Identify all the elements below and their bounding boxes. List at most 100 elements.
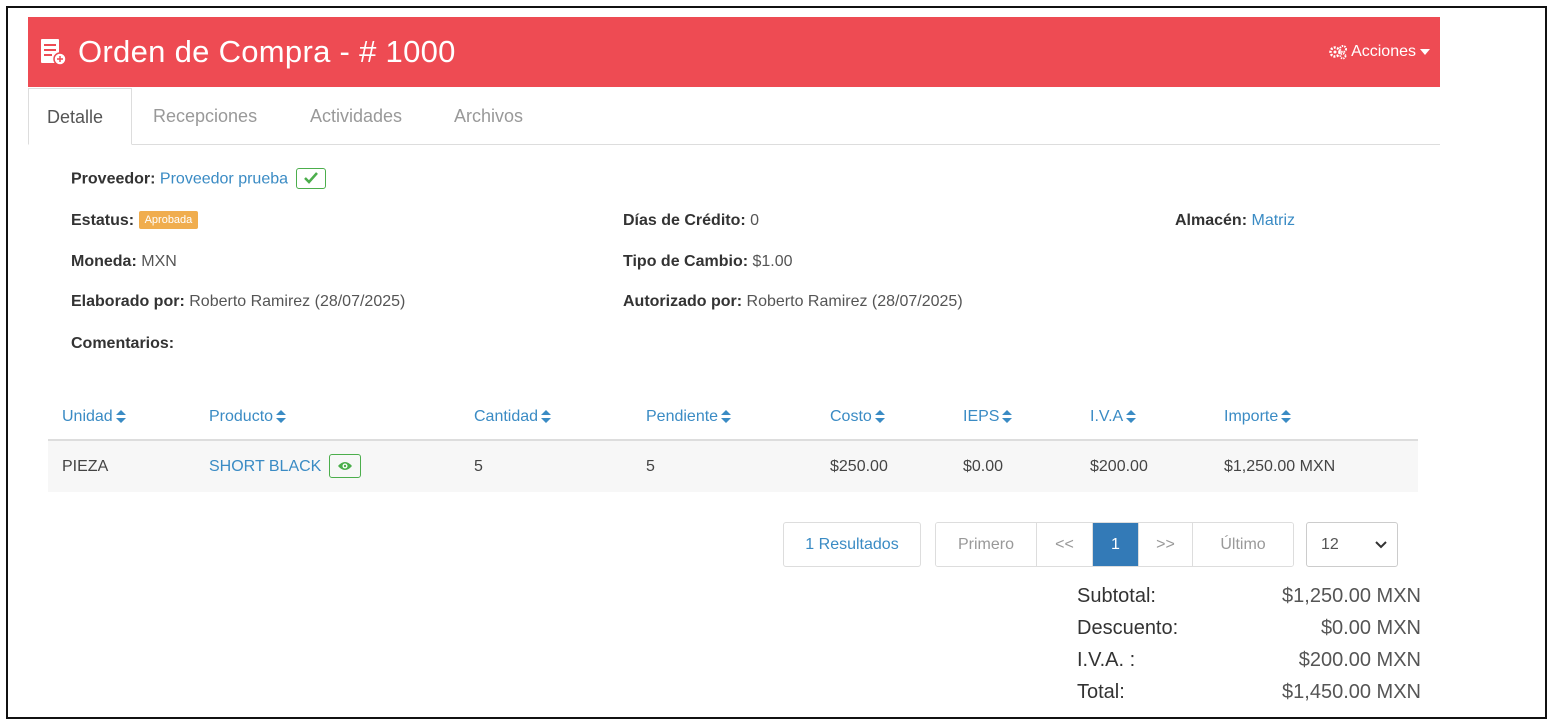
dias-credito-row: Días de Crédito: 0 [623,212,759,230]
pagination: Primero << 1 >> Último [935,522,1294,567]
descuento-label: Descuento: [1077,616,1179,639]
proveedor-link[interactable]: Proveedor prueba [160,171,288,188]
cell-ieps: $0.00 [949,440,1076,492]
column-label: Importe [1224,408,1279,425]
product-link[interactable]: SHORT BLACK [209,458,321,475]
cell-unidad: PIEZA [48,440,195,492]
tab-archivos[interactable]: Archivos [436,88,541,145]
column-label: Costo [830,408,872,425]
column-header-iva[interactable]: I.V.A [1076,395,1210,441]
eye-icon [337,461,352,470]
descuento-row: Descuento: $0.00 MXN [1077,612,1421,644]
sort-icon [1002,410,1013,424]
tipo-cambio-label: Tipo de Cambio: [623,253,749,270]
iva-value: $200.00 MXN [1298,648,1421,671]
column-label: Cantidad [474,408,539,425]
page-1-button[interactable]: 1 [1093,523,1139,566]
page-last-button[interactable]: Último [1193,523,1293,566]
caret-down-icon [1420,49,1430,55]
almacen-row: Almacén: Matriz [1175,212,1295,230]
tab-detalle[interactable]: Detalle [28,88,132,145]
estatus-label: Estatus: [71,212,135,230]
sort-icon [721,410,732,424]
column-label: Pendiente [646,408,719,425]
actions-dropdown[interactable]: Acciones [1328,17,1430,87]
subtotal-row: Subtotal: $1,250.00 MXN [1077,580,1421,612]
column-header-unidad[interactable]: Unidad [48,395,195,441]
cell-importe: $1,250.00 MXN [1210,440,1418,492]
purchase-order-icon [41,39,67,66]
descuento-value: $0.00 MXN [1320,616,1421,639]
sort-icon [115,410,126,424]
sort-icon [874,410,885,424]
tipo-cambio-row: Tipo de Cambio: $1.00 [623,253,793,271]
tab-recepciones[interactable]: Recepciones [135,88,275,145]
page-first-button[interactable]: Primero [936,523,1037,566]
cell-cantidad: 5 [460,440,632,492]
column-header-cantidad[interactable]: Cantidad [460,395,632,441]
cell-iva: $200.00 [1076,440,1210,492]
column-header-ieps[interactable]: IEPS [949,395,1076,441]
tab-actividades[interactable]: Actividades [292,88,420,145]
elaborado-label: Elaborado por: [71,293,185,310]
page-header: Orden de Compra - # 1000 Acciones [28,17,1440,87]
table-row: PIEZA SHORT BLACK 5 5 $250.00 $0.00 $200… [48,440,1418,492]
elaborado-value: Roberto Ramirez (28/07/2025) [189,293,406,310]
products-table: Unidad Producto Cantidad Pendiente Costo… [48,395,1418,492]
almacen-label: Almacén: [1175,212,1248,229]
cell-pendiente: 5 [632,440,816,492]
iva-label: I.V.A. : [1077,648,1136,671]
dias-credito-label: Días de Crédito: [623,212,746,229]
tipo-cambio-value: $1.00 [752,253,793,270]
autorizado-label: Autorizado por: [623,293,743,310]
cell-costo: $250.00 [816,440,949,492]
status-badge: Aprobada [138,211,199,229]
gears-icon [1329,45,1348,60]
actions-label: Acciones [1351,43,1416,60]
page-prev-button[interactable]: << [1037,523,1093,566]
page-size-value: 12 [1321,536,1339,553]
autorizado-row: Autorizado por: Roberto Ramirez (28/07/2… [623,293,963,311]
sort-icon [541,410,552,424]
proveedor-label: Proveedor: [71,170,156,188]
table-header-row: Unidad Producto Cantidad Pendiente Costo… [48,395,1418,441]
iva-row: I.V.A. : $200.00 MXN [1077,644,1421,676]
tab-bar: Detalle Recepciones Actividades Archivos [28,88,1440,145]
almacen-link[interactable]: Matriz [1251,212,1295,229]
proveedor-row: Proveedor: Proveedor prueba [71,168,327,190]
column-label: I.V.A [1090,408,1124,425]
moneda-label: Moneda: [71,253,137,270]
subtotal-label: Subtotal: [1077,584,1156,607]
dias-credito-value: 0 [750,212,760,229]
moneda-row: Moneda: MXN [71,253,177,271]
sort-icon [1126,410,1137,424]
sort-icon [1281,410,1292,424]
page-next-button[interactable]: >> [1139,523,1193,566]
chevron-down-icon [1375,541,1387,549]
column-label: Unidad [62,408,113,425]
column-label: Producto [209,408,274,425]
view-product-button[interactable] [328,453,361,478]
moneda-value: MXN [141,253,177,270]
column-header-producto[interactable]: Producto [195,395,460,441]
column-label: IEPS [963,408,1000,425]
estatus-row: Estatus: Aprobada [71,211,199,230]
check-icon [304,172,319,184]
comentarios-row: Comentarios: [71,335,174,353]
sort-icon [276,410,287,424]
total-value: $1,450.00 MXN [1282,680,1421,703]
comentarios-label: Comentarios: [71,335,175,352]
totals-summary: Subtotal: $1,250.00 MXN Descuento: $0.00… [1077,580,1421,708]
column-header-costo[interactable]: Costo [816,395,949,441]
cell-producto: SHORT BLACK [195,440,460,492]
total-label: Total: [1077,680,1125,703]
column-header-pendiente[interactable]: Pendiente [632,395,816,441]
verified-button[interactable] [296,168,327,189]
autorizado-value: Roberto Ramirez (28/07/2025) [746,293,963,310]
page-size-select[interactable]: 12 [1306,522,1398,567]
subtotal-value: $1,250.00 MXN [1282,584,1421,607]
results-count: 1 Resultados [783,522,921,567]
column-header-importe[interactable]: Importe [1210,395,1418,441]
total-row: Total: $1,450.00 MXN [1077,676,1421,708]
page-title: Orden de Compra - # 1000 [78,34,456,69]
